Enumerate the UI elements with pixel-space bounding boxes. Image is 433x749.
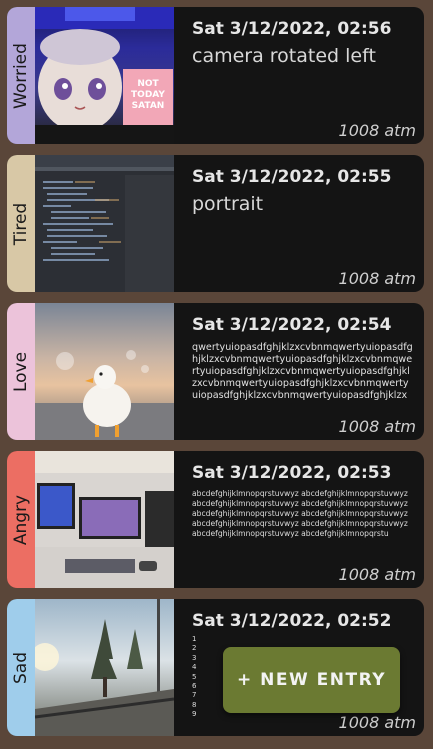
mood-strip: Worried (7, 7, 35, 144)
entry-photo (35, 155, 174, 292)
entry-card[interactable]: Worried NOT TODAY SATAN Sat 3/12/2022, 0… (7, 7, 424, 144)
mood-label: Worried (11, 42, 31, 109)
entry-text: portrait (192, 193, 264, 215)
mood-strip: Sad (7, 599, 35, 736)
mood-label: Tired (11, 202, 31, 245)
entry-photo (35, 451, 174, 588)
entry-photo (35, 599, 174, 736)
line: 1 (192, 635, 197, 643)
entry-photo: NOT TODAY SATAN (35, 7, 174, 144)
entry-text: camera rotated left (192, 45, 376, 67)
mood-label: Love (11, 351, 31, 392)
entry-text: abcdefghijklmnopqrstuvwyz abcdefghijklmn… (192, 489, 408, 538)
entry-pressure: 1008 atm (338, 565, 416, 584)
entry-date: Sat 3/12/2022, 02:53 (192, 463, 392, 483)
entry-pressure: 1008 atm (338, 121, 416, 140)
entry-pressure: 1008 atm (338, 713, 416, 732)
entry-card[interactable]: Tired Sat 3/12/2022, 02:55 portrait 1008… (7, 155, 424, 292)
entry-card[interactable]: Angry Sat 3/12/2022, 02:53 abcdefghijklm… (7, 451, 424, 588)
entry-date: Sat 3/12/2022, 02:52 (192, 611, 392, 631)
mood-strip: Love (7, 303, 35, 440)
entry-photo (35, 303, 174, 440)
mood-strip: Tired (7, 155, 35, 292)
mood-strip: Angry (7, 451, 35, 588)
entry-text: qwertyuiopasdfghjklzxcvbnmqwertyuiopasdf… (192, 342, 413, 401)
entry-pressure: 1008 atm (338, 269, 416, 288)
entry-pressure: 1008 atm (338, 417, 416, 436)
entry-date: Sat 3/12/2022, 02:54 (192, 315, 392, 335)
photo-sign-text: NOT TODAY SATAN (131, 79, 165, 111)
entry-date: Sat 3/12/2022, 02:56 (192, 19, 392, 39)
mood-label: Angry (11, 494, 31, 545)
entry-card[interactable]: Love Sat 3/12/2022, 02:54 qwertyuiopasdf… (7, 303, 424, 440)
entry-date: Sat 3/12/2022, 02:55 (192, 167, 392, 187)
new-entry-button[interactable]: + NEW ENTRY (223, 647, 400, 713)
mood-label: Sad (11, 651, 31, 684)
